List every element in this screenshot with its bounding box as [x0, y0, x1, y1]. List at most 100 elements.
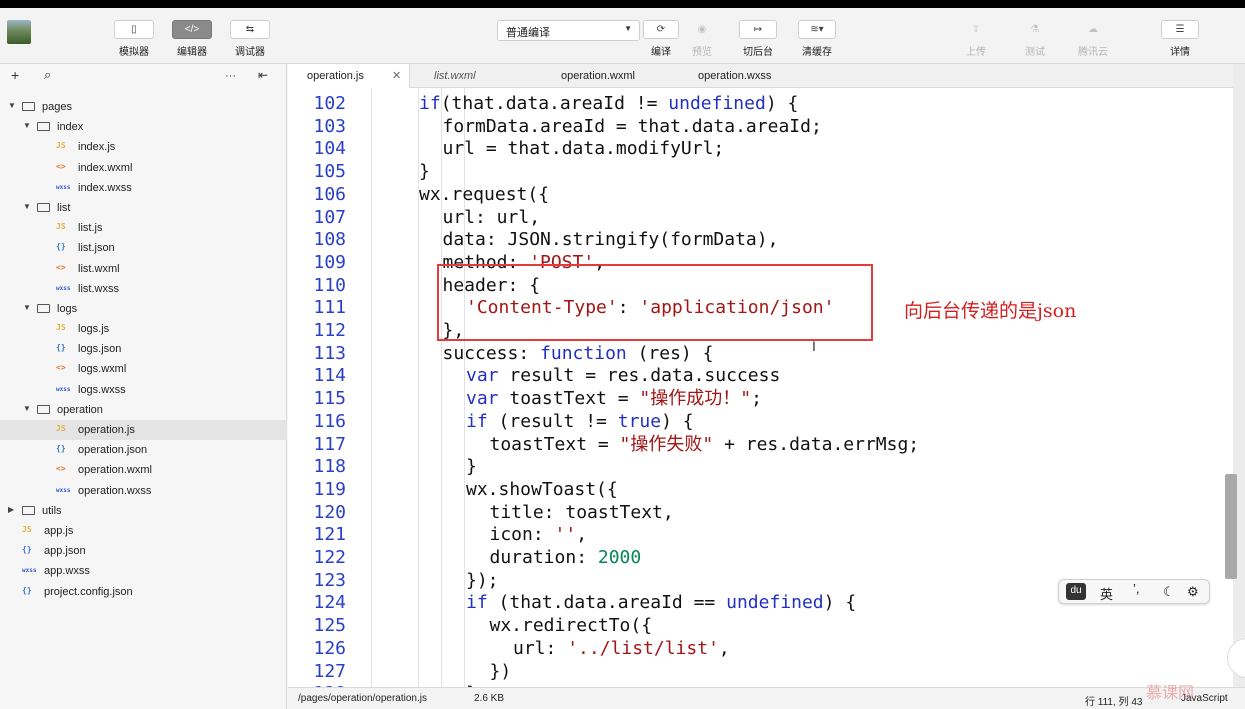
tab-operation-wxss[interactable]: operation.wxss	[698, 64, 771, 88]
tab-operation-js[interactable]: operation.js ✕	[288, 64, 410, 88]
chevron-down-icon[interactable]: ▼	[23, 404, 31, 413]
folder-label: operation	[57, 403, 103, 416]
plus-icon[interactable]: +	[11, 67, 19, 83]
folder-item[interactable]: ▼ index	[0, 117, 287, 137]
file-item[interactable]: JS list.js	[0, 218, 287, 238]
vertical-scrollbar[interactable]	[1233, 64, 1245, 709]
code-token: ) {	[765, 93, 799, 114]
more-icon[interactable]: ···	[225, 70, 236, 82]
upload-button[interactable]: ⇧ 上传	[957, 20, 995, 58]
test-button[interactable]: ⚗ 测试	[1016, 20, 1054, 58]
folder-item[interactable]: ▼ logs	[0, 299, 287, 319]
file-item[interactable]: {} operation.json	[0, 440, 287, 460]
file-label: logs.wxss	[78, 383, 126, 396]
code-line: 118}	[288, 456, 1233, 479]
file-type-icon: wxss	[56, 284, 71, 292]
file-item[interactable]: {} app.json	[0, 541, 287, 561]
file-item[interactable]: {} logs.json	[0, 339, 287, 359]
chevron-down-icon[interactable]: ▼	[23, 202, 31, 211]
file-item[interactable]: wxss logs.wxss	[0, 380, 287, 400]
ime-language-toggle[interactable]: 英	[1100, 584, 1113, 603]
folder-item[interactable]: ▼ operation	[0, 400, 287, 420]
clear-cache-button[interactable]: ≋▾ 清缓存	[798, 20, 836, 58]
code-text: data: JSON.stringify(formData),	[443, 229, 779, 251]
code-text: });	[466, 570, 499, 592]
preview-button[interactable]: ◉ 预览	[684, 20, 720, 58]
collapse-sidebar-icon[interactable]: ⇤	[258, 68, 268, 82]
folder-item[interactable]: ▼ pages	[0, 97, 287, 117]
code-token: toastText =	[489, 433, 620, 455]
line-number: 106	[313, 183, 346, 205]
file-label: operation.js	[78, 424, 135, 436]
file-label: operation.wxml	[78, 464, 152, 477]
chevron-down-icon[interactable]: ▼	[23, 121, 31, 130]
file-path: /pages/operation/operation.js	[298, 693, 427, 704]
folder-icon	[37, 404, 50, 414]
code-token: if	[466, 410, 488, 432]
line-number: 102	[313, 93, 346, 114]
code-token: ;	[751, 388, 762, 410]
code-token: result = res.data.success	[498, 365, 781, 387]
file-type-icon: wxss	[56, 486, 71, 494]
folder-item[interactable]: ▶ utils	[0, 501, 287, 521]
file-item[interactable]: JS index.js	[0, 137, 287, 157]
ime-logo-icon[interactable]: du	[1066, 583, 1086, 600]
simulator-button[interactable]: ▯ 模拟器	[114, 20, 154, 58]
code-token: undefined	[668, 93, 766, 114]
file-item[interactable]: wxss operation.wxss	[0, 481, 287, 501]
file-item[interactable]: <> logs.wxml	[0, 359, 287, 379]
line-number: 105	[313, 161, 346, 183]
file-label: index.wxml	[78, 161, 133, 174]
file-item[interactable]: wxss app.wxss	[0, 561, 287, 581]
file-item[interactable]: wxss index.wxss	[0, 178, 287, 198]
tab-operation-wxml[interactable]: operation.wxml	[561, 64, 635, 88]
file-item[interactable]: <> list.wxml	[0, 259, 287, 279]
cursor-position[interactable]: 行 111, 列 43	[1085, 693, 1142, 708]
folder-icon	[22, 102, 35, 111]
code-text: title: toastText,	[490, 502, 674, 524]
tab-label: list.wxml	[434, 70, 476, 82]
file-item[interactable]: {} project.config.json	[0, 582, 287, 602]
details-button[interactable]: ☰ 详情	[1161, 20, 1199, 58]
gear-icon[interactable]: ⚙	[1187, 584, 1199, 600]
code-line: 102 if(that.data.areaId != undefined) {	[288, 93, 1233, 116]
code-token: true	[617, 410, 662, 432]
compile-mode-value: 普通编译	[506, 27, 550, 39]
compile-button[interactable]: ⟳ 编译	[643, 20, 679, 58]
code-text: if (result != true) {	[466, 411, 694, 433]
debugger-button[interactable]: ⇆ 调试器	[230, 20, 270, 58]
file-tree: ▼ pages ▼ index JS index.js <> index.wxml wxss in…	[0, 97, 287, 602]
file-item[interactable]: JS operation.js	[0, 420, 287, 441]
moon-icon[interactable]: ☾	[1163, 584, 1175, 600]
tab-list-wxml[interactable]: list.wxml	[434, 64, 476, 88]
avatar[interactable]	[7, 20, 31, 44]
line-number: 116	[313, 410, 346, 432]
file-item[interactable]: wxss list.wxss	[0, 279, 287, 299]
file-item[interactable]: JS app.js	[0, 521, 287, 541]
file-item[interactable]: JS logs.js	[0, 319, 287, 339]
chevron-down-icon[interactable]: ▼	[23, 303, 31, 312]
ime-toolbar[interactable]: du 英 ’, ☾ ⚙	[1058, 579, 1210, 604]
code-line: 120 title: toastText,	[288, 502, 1233, 525]
chevron-right-icon[interactable]: ▶	[8, 505, 14, 514]
code-text: success: function (res) {	[443, 343, 714, 365]
folder-label: pages	[42, 101, 72, 113]
scrollbar-thumb[interactable]	[1225, 474, 1237, 579]
tencent-cloud-button[interactable]: ☁ 腾讯云	[1074, 20, 1112, 58]
compile-mode-select[interactable]: 普通编译 ▼	[497, 20, 640, 41]
chevron-down-icon[interactable]: ▼	[8, 101, 16, 110]
punctuation-icon[interactable]: ’,	[1133, 581, 1140, 596]
line-number: 119	[313, 478, 346, 500]
folder-item[interactable]: ▼ list	[0, 198, 287, 218]
file-type-icon: JS	[56, 141, 66, 151]
code-line: 125 wx.redirectTo({	[288, 615, 1233, 638]
file-item[interactable]: <> index.wxml	[0, 158, 287, 178]
chevron-down-icon: ▼	[624, 24, 632, 33]
line-number: 107	[313, 206, 346, 228]
file-item[interactable]: <> operation.wxml	[0, 460, 287, 480]
background-button[interactable]: ↦ 切后台	[739, 20, 777, 58]
search-icon[interactable]: ⌕	[44, 67, 51, 83]
editor-button[interactable]: </> 编辑器	[172, 20, 212, 58]
file-item[interactable]: {} list.json	[0, 238, 287, 258]
close-icon[interactable]: ✕	[392, 69, 401, 82]
